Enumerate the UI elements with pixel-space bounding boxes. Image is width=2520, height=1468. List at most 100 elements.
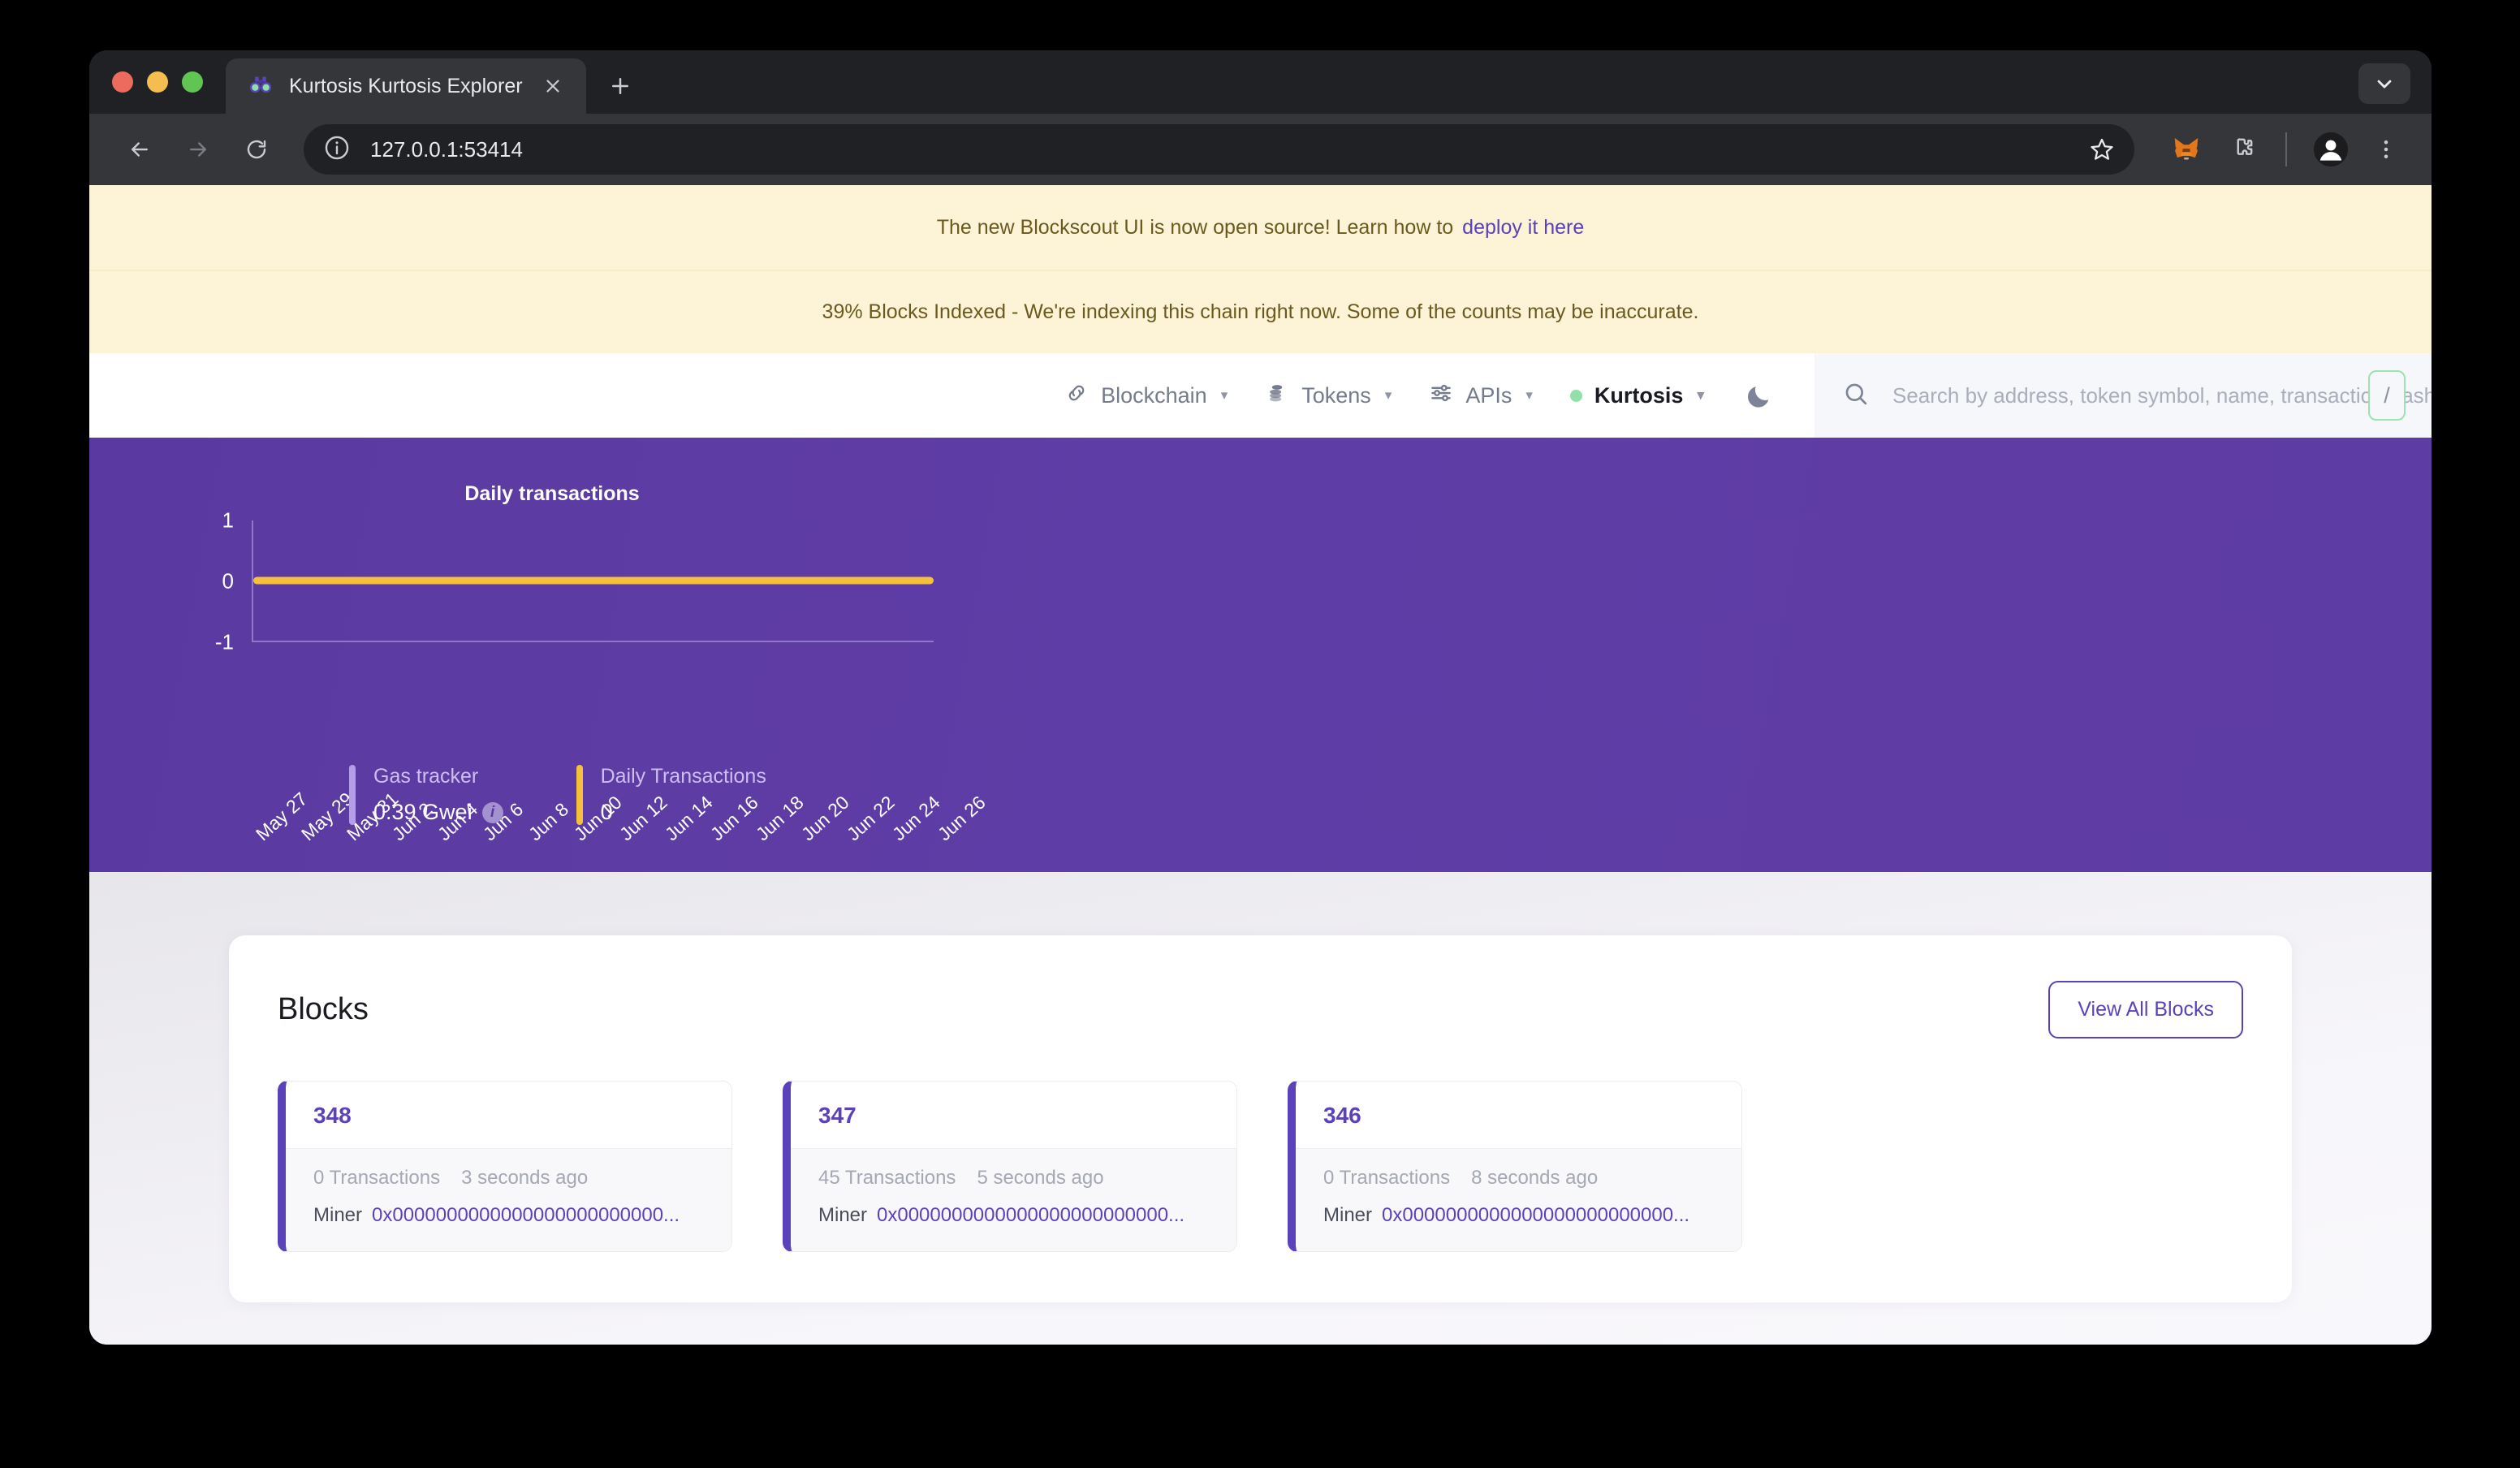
chevron-down-icon[interactable] [2358, 63, 2410, 104]
block-card-body: 45 Transactions 5 seconds ago Miner 0x00000… [791, 1148, 1236, 1251]
search-bar[interactable]: / [1814, 353, 2432, 438]
x-tick-label: Jun 24 [888, 791, 944, 845]
nav-item-tokens[interactable]: Tokens ▾ [1265, 381, 1392, 411]
miner-address-link[interactable]: 0x0000000000000000000000000... [877, 1204, 1184, 1227]
blocks-header: Blocks View All Blocks [278, 981, 2243, 1038]
tab-title: Kurtosis Kurtosis Explorer [289, 74, 523, 97]
indexing-status-banner: 39% Blocks Indexed - We're indexing this… [89, 270, 2432, 353]
arrow-left-icon[interactable] [114, 123, 166, 175]
page-viewport: The new Blockscout UI is now open source… [89, 185, 2432, 1345]
maximize-window-button[interactable] [182, 71, 203, 93]
announcement-text: The new Blockscout UI is now open source… [936, 215, 1454, 239]
link-chain-icon [1064, 381, 1089, 411]
block-number-link[interactable]: 348 [313, 1103, 352, 1128]
block-card-body: 0 Transactions 8 seconds ago Miner 0x000000… [1296, 1148, 1741, 1251]
block-meta: 45 Transactions 5 seconds ago [818, 1167, 1209, 1190]
blocks-card: Blocks View All Blocks 348 0 Transactions… [229, 935, 2292, 1302]
metamask-fox-icon[interactable] [2162, 125, 2211, 174]
x-tick-label: May 29 [297, 788, 357, 845]
daily-transactions-chart-panel: Daily transactions 1 0 -1 May 27 May 29 Ma… [89, 438, 1086, 872]
block-card-body: 0 Transactions 3 seconds ago Miner 0x000000… [286, 1148, 731, 1251]
coins-stack-icon [1265, 381, 1289, 411]
block-card-header: 348 [286, 1082, 731, 1148]
three-dots-vertical-icon[interactable] [2362, 125, 2410, 174]
search-shortcut-key: / [2368, 370, 2406, 421]
info-circle-icon[interactable] [323, 134, 354, 165]
miner-label: Miner [313, 1204, 363, 1226]
gas-tracker-stat: Gas tracker 0.39 Gwei i [349, 765, 576, 825]
chevron-down-icon: ▾ [1525, 387, 1533, 403]
nav-item-network-selector[interactable]: Kurtosis ▾ [1569, 383, 1704, 408]
arrow-right-icon[interactable] [172, 123, 224, 175]
block-number-link[interactable]: 346 [1323, 1103, 1361, 1128]
block-meta: 0 Transactions 3 seconds ago [313, 1167, 704, 1190]
deploy-it-here-link[interactable]: deploy it here [1462, 216, 1584, 240]
miner-address-link[interactable]: 0x0000000000000000000000000... [1382, 1204, 1689, 1227]
miner-label: Miner [818, 1204, 868, 1226]
nav-item-blockchain[interactable]: Blockchain ▾ [1064, 381, 1228, 411]
hero-section: Daily transactions 1 0 -1 May 27 May 29 Ma… [89, 438, 2432, 1334]
block-age: 5 seconds ago [977, 1167, 1104, 1189]
info-icon[interactable]: i [481, 801, 503, 823]
search-icon [1842, 380, 1870, 412]
block-card[interactable]: 348 0 Transactions 3 seconds ago Miner 0x000… [278, 1081, 732, 1252]
search-input[interactable] [1892, 382, 2432, 408]
nav-item-apis[interactable]: APIs ▾ [1429, 381, 1533, 411]
binoculars-icon [247, 72, 274, 100]
star-icon[interactable] [2078, 125, 2126, 174]
block-miner: Miner 0x0000000000000000000000000... [313, 1204, 704, 1227]
daily-transactions-value: 0 [600, 800, 613, 824]
site-header: Blockchain ▾ Tokens ▾ APIs ▾ Kurtosis ▾ … [89, 353, 2432, 438]
chevron-down-icon: ▾ [1697, 387, 1704, 403]
block-meta: 0 Transactions 8 seconds ago [1323, 1167, 1714, 1190]
page-title: Blocks [278, 992, 369, 1026]
reload-icon[interactable] [231, 123, 283, 175]
browser-window: Kurtosis Kurtosis Explorer 127.0.0.1:534… [89, 50, 2432, 1345]
y-tick-label: 0 [222, 568, 234, 594]
block-card-header: 346 [1296, 1082, 1741, 1148]
nav-label-tokens: Tokens [1301, 382, 1371, 408]
gas-tracker-label: Gas tracker [373, 765, 479, 788]
chart-title: Daily transactions [464, 482, 640, 505]
y-tick-label: 1 [222, 507, 234, 533]
stat-accent-bar [349, 765, 356, 825]
chevron-down-icon: ▾ [1220, 387, 1228, 403]
page-body: Blocks View All Blocks 348 0 Transactions… [89, 872, 2432, 1345]
sliders-icon [1429, 381, 1453, 411]
announcement-banner: The new Blockscout UI is now open source… [89, 185, 2432, 270]
block-age: 8 seconds ago [1471, 1167, 1599, 1189]
minimize-window-button[interactable] [147, 71, 168, 93]
x-tick-label: May 27 [252, 788, 312, 845]
view-all-blocks-button[interactable]: View All Blocks [2048, 981, 2243, 1038]
address-bar[interactable]: 127.0.0.1:53414 [304, 124, 2134, 175]
close-icon[interactable] [537, 71, 568, 101]
blocks-list: 348 0 Transactions 3 seconds ago Miner 0x000… [278, 1081, 2243, 1252]
browser-tab[interactable]: Kurtosis Kurtosis Explorer [226, 58, 586, 114]
block-age: 3 seconds ago [461, 1167, 589, 1189]
puzzle-piece-icon[interactable] [2217, 125, 2266, 174]
plus-icon[interactable] [598, 63, 643, 109]
person-avatar-icon[interactable] [2306, 125, 2355, 174]
miner-address-link[interactable]: 0x0000000000000000000000000... [372, 1204, 680, 1227]
stat-accent-bar [576, 765, 583, 825]
block-number-link[interactable]: 347 [818, 1103, 857, 1128]
block-transactions-count: 0 Transactions [1323, 1167, 1451, 1189]
close-window-button[interactable] [112, 71, 133, 93]
tab-strip: Kurtosis Kurtosis Explorer [89, 50, 2432, 114]
chart-plot-area [252, 520, 934, 642]
block-card[interactable]: 346 0 Transactions 8 seconds ago Miner 0x000… [1288, 1081, 1742, 1252]
nav-label-apis: APIs [1465, 382, 1512, 408]
browser-toolbar: 127.0.0.1:53414 [89, 114, 2432, 185]
gas-tracker-value: 0.39 Gwei [373, 800, 472, 824]
daily-transactions-stat: Daily Transactions 0 [576, 765, 839, 825]
window-traffic-lights [112, 50, 226, 114]
toolbar-divider [2285, 132, 2287, 166]
block-miner: Miner 0x0000000000000000000000000... [818, 1204, 1209, 1227]
block-card-header: 347 [791, 1082, 1236, 1148]
daily-transactions-label: Daily Transactions [600, 765, 766, 788]
hero-mini-stats: Gas tracker 0.39 Gwei i Daily Transactio… [349, 765, 839, 825]
block-miner: Miner 0x0000000000000000000000000... [1323, 1204, 1714, 1227]
block-card[interactable]: 347 45 Transactions 5 seconds ago Miner 0x00… [783, 1081, 1237, 1252]
y-tick-label: -1 [214, 629, 234, 654]
moon-icon[interactable] [1741, 378, 1777, 413]
